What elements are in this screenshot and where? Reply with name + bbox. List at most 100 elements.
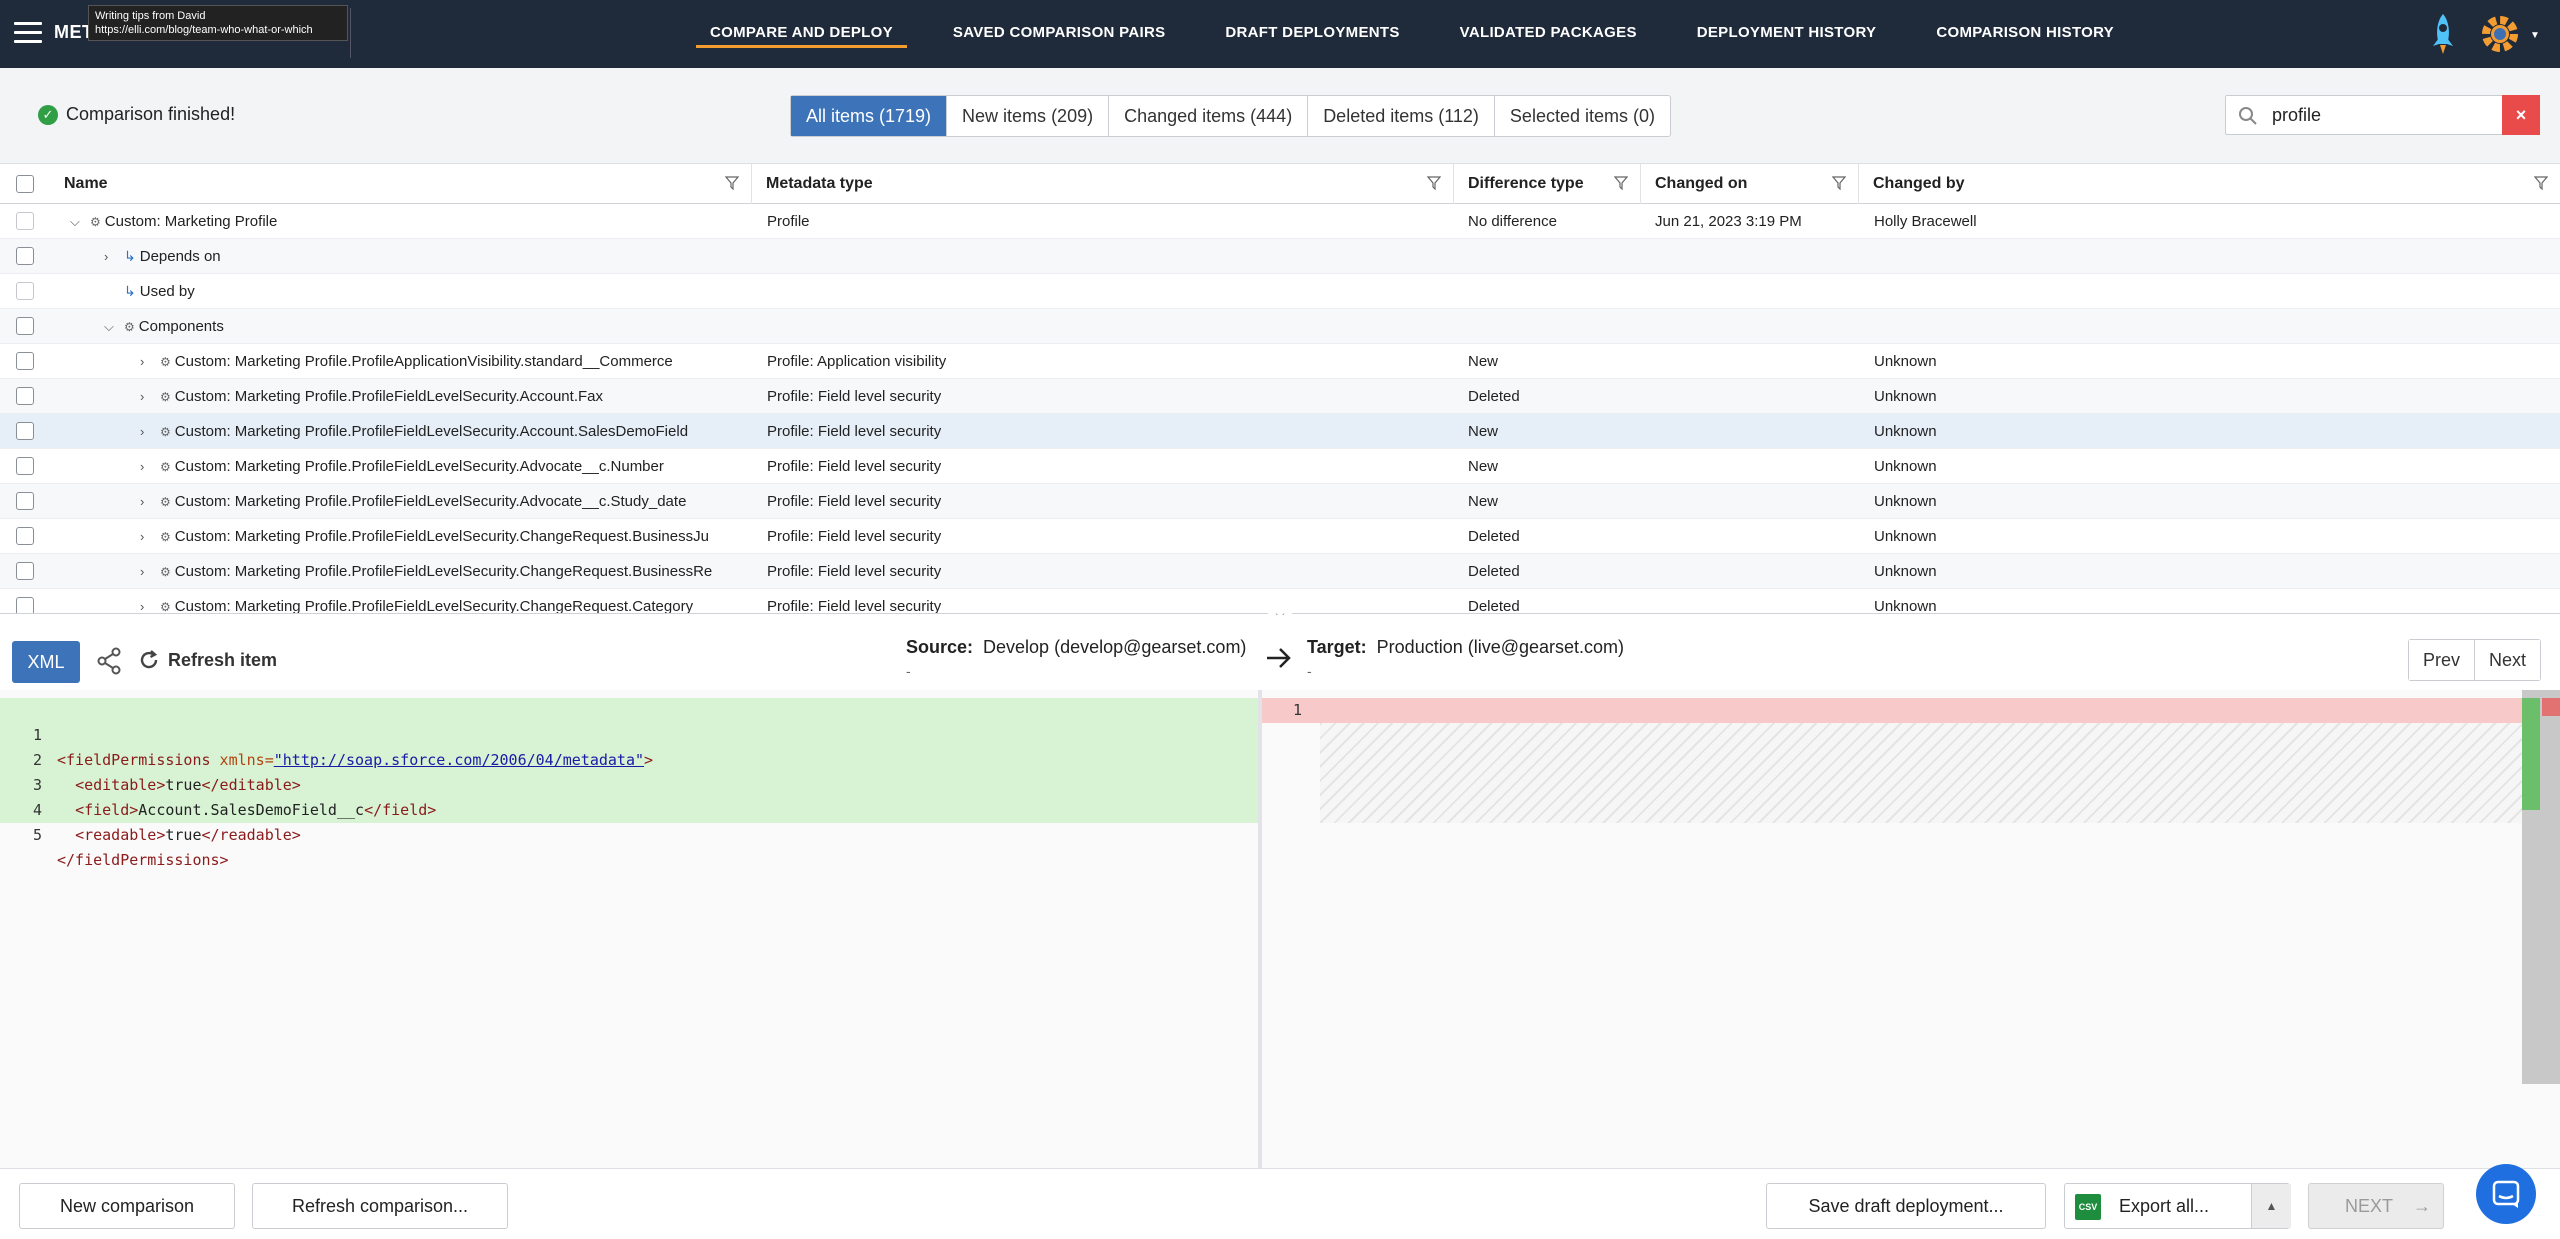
line-number: 1 xyxy=(1292,701,1302,719)
nav-saved-comparison-pairs[interactable]: SAVED COMPARISON PAIRS xyxy=(923,0,1195,68)
chat-icon xyxy=(2492,1180,2520,1208)
table-row[interactable]: › ↳ Depends on xyxy=(0,239,2560,274)
row-checkbox[interactable] xyxy=(16,212,34,230)
chevron-right-icon[interactable]: › xyxy=(140,414,144,449)
refresh-item-button[interactable]: Refresh item xyxy=(138,649,277,671)
table-row-selected[interactable]: › ⚙ Custom: Marketing Profile.ProfileFiel… xyxy=(0,414,2560,449)
chevron-right-icon[interactable]: › xyxy=(140,589,144,613)
top-nav: MET Writing tips from David https://elli… xyxy=(0,0,2560,68)
row-checkbox[interactable] xyxy=(16,527,34,545)
filter-new-items[interactable]: New items (209) xyxy=(947,96,1110,136)
table-row[interactable]: ⌵ ⚙ Components xyxy=(0,309,2560,344)
new-comparison-button[interactable]: New comparison xyxy=(19,1183,235,1229)
nav-draft-deployments[interactable]: DRAFT DEPLOYMENTS xyxy=(1195,0,1429,68)
row-checkbox[interactable] xyxy=(16,247,34,265)
gear-icon[interactable] xyxy=(2478,12,2524,56)
table-row[interactable]: › ⚙ Custom: Marketing Profile.ProfileFiel… xyxy=(0,519,2560,554)
row-checkbox[interactable] xyxy=(16,422,34,440)
filter-icon[interactable] xyxy=(1427,176,1441,190)
component-icon: ⚙ xyxy=(160,600,171,614)
chevron-right-icon[interactable]: › xyxy=(104,239,108,274)
row-checkbox[interactable] xyxy=(16,562,34,580)
menu-icon[interactable] xyxy=(14,22,42,46)
column-header-name[interactable]: Name xyxy=(50,164,752,204)
target-subtext: - xyxy=(1307,663,1312,679)
row-checkbox[interactable] xyxy=(16,457,34,475)
filter-icon[interactable] xyxy=(1832,176,1846,190)
table-row[interactable]: › ⚙ Custom: Marketing Profile.ProfileFiel… xyxy=(0,379,2560,414)
rocket-icon[interactable] xyxy=(2428,12,2458,56)
xml-view-button[interactable]: XML xyxy=(12,641,80,683)
search-input[interactable] xyxy=(2272,96,2482,134)
chevron-down-icon[interactable]: ⌵ xyxy=(70,204,80,239)
table-row[interactable]: ↳ Used by xyxy=(0,274,2560,309)
tooltip-url: https://elli.com/blog/team-who-what-or-w… xyxy=(95,24,313,36)
row-checkbox[interactable] xyxy=(16,317,34,335)
column-header-label: Changed by xyxy=(1873,175,1965,192)
save-draft-deployment-button[interactable]: Save draft deployment... xyxy=(1766,1183,2046,1229)
column-header-label: Difference type xyxy=(1468,175,1584,192)
chevron-right-icon[interactable]: › xyxy=(140,344,144,379)
target-org: Target: Production (live@gearset.com) xyxy=(1307,637,1624,658)
filter-icon[interactable] xyxy=(725,176,739,190)
prev-button[interactable]: Prev xyxy=(2409,640,2476,680)
column-header-metadata-type[interactable]: Metadata type xyxy=(752,164,1454,204)
filter-all-items[interactable]: All items (1719) xyxy=(791,96,948,136)
table-row[interactable]: ⌵ ⚙ Custom: Marketing Profile Profile No … xyxy=(0,204,2560,239)
column-header-difference-type[interactable]: Difference type xyxy=(1454,164,1641,204)
row-checkbox[interactable] xyxy=(16,597,34,613)
chevron-right-icon[interactable]: › xyxy=(140,449,144,484)
share-icon[interactable] xyxy=(96,647,122,675)
row-difference-type: Deleted xyxy=(1468,563,1520,580)
table-row[interactable]: › ⚙ Custom: Marketing Profile.ProfileFiel… xyxy=(0,449,2560,484)
table-row[interactable]: › ⚙ Custom: Marketing Profile.ProfileAppl… xyxy=(0,344,2560,379)
comparison-results-table: Name Metadata type Difference type Chang… xyxy=(0,164,2560,614)
row-checkbox[interactable] xyxy=(16,387,34,405)
nav-deployment-history[interactable]: DEPLOYMENT HISTORY xyxy=(1667,0,1907,68)
table-row[interactable]: › ⚙ Custom: Marketing Profile.ProfileFiel… xyxy=(0,484,2560,519)
row-changed-by: Unknown xyxy=(1874,528,1937,545)
export-all-button[interactable]: CSV Export all... ▲ xyxy=(2064,1183,2291,1229)
chevron-right-icon[interactable]: › xyxy=(140,484,144,519)
row-metadata-type: Profile: Application visibility xyxy=(767,353,947,370)
row-checkbox[interactable] xyxy=(16,352,34,370)
arrow-right-icon xyxy=(1267,648,1291,668)
component-icon: ⚙ xyxy=(160,495,171,509)
empty-hatched-region xyxy=(1320,723,2532,823)
row-checkbox[interactable] xyxy=(16,492,34,510)
chevron-right-icon[interactable]: › xyxy=(140,379,144,414)
nav-compare-and-deploy[interactable]: COMPARE AND DEPLOY xyxy=(680,0,923,68)
target-diff-pane[interactable]: 1 xyxy=(1262,690,2560,1168)
column-header-changed-on[interactable]: Changed on xyxy=(1641,164,1859,204)
filter-changed-items[interactable]: Changed items (444) xyxy=(1109,96,1309,136)
nav-comparison-history[interactable]: COMPARISON HISTORY xyxy=(1906,0,2144,68)
xml-tag: <readable> xyxy=(75,826,166,844)
refresh-comparison-button[interactable]: Refresh comparison... xyxy=(252,1183,508,1229)
source-diff-pane[interactable]: 1 <fieldPermissions xmlns="http://soap.s… xyxy=(0,690,1258,1168)
footer-bar: New comparison Refresh comparison... Sav… xyxy=(0,1168,2560,1239)
diff-overview-scrollbar[interactable] xyxy=(2522,690,2560,1084)
filter-icon[interactable] xyxy=(1614,176,1628,190)
next-diff-button[interactable]: Next xyxy=(2475,640,2541,680)
check-circle-icon: ✓ xyxy=(38,104,58,125)
row-difference-type: Deleted xyxy=(1468,528,1520,545)
chevron-down-icon[interactable]: ⌵ xyxy=(104,309,114,344)
column-header-changed-by[interactable]: Changed by xyxy=(1859,164,2560,204)
chat-support-button[interactable] xyxy=(2476,1164,2536,1224)
nav-validated-packages[interactable]: VALIDATED PACKAGES xyxy=(1430,0,1667,68)
clear-search-button[interactable]: × xyxy=(2502,95,2540,135)
chevron-right-icon[interactable]: › xyxy=(140,554,144,589)
row-name: ⚙ Custom: Marketing Profile.ProfileFieldL… xyxy=(160,449,738,484)
filter-deleted-items[interactable]: Deleted items (112) xyxy=(1308,96,1495,136)
next-step-button[interactable]: NEXT → xyxy=(2308,1183,2444,1229)
table-row[interactable]: › ⚙ Custom: Marketing Profile.ProfileFiel… xyxy=(0,554,2560,589)
filter-icon[interactable] xyxy=(2534,176,2548,190)
row-metadata-type: Profile: Field level security xyxy=(767,423,942,440)
component-icon: ⚙ xyxy=(124,320,135,334)
filter-selected-items[interactable]: Selected items (0) xyxy=(1495,96,1670,136)
caret-up-icon[interactable]: ▲ xyxy=(2251,1184,2291,1228)
chevron-right-icon[interactable]: › xyxy=(140,519,144,554)
chevron-down-icon[interactable]: ▼ xyxy=(2530,30,2540,41)
row-checkbox[interactable] xyxy=(16,282,34,300)
select-all-checkbox[interactable] xyxy=(16,175,34,193)
